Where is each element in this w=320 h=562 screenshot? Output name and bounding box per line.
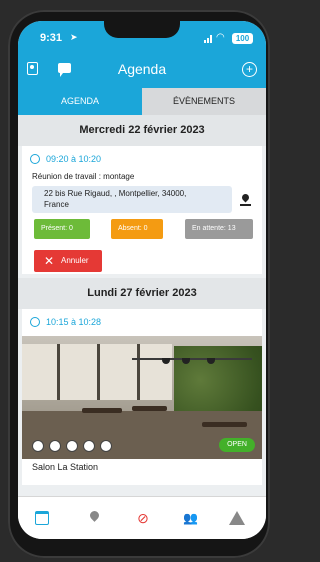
add-event-icon[interactable]: +: [242, 62, 257, 77]
address-line: 22 bis Rue Rigaud, , Montpellier, 34000,: [44, 189, 187, 198]
notch: [104, 21, 180, 38]
event-list: Mercredi 22 février 2023 09:20 à 10:20 R…: [18, 115, 266, 496]
event-card[interactable]: 10:15 à 10:28 OPEN Salon La Station: [22, 309, 262, 485]
warning-icon[interactable]: [229, 511, 245, 525]
open-status-badge: OPEN: [219, 438, 255, 452]
clock-icon: [30, 317, 40, 327]
clock-icon: [30, 154, 40, 164]
board-icon: [100, 440, 112, 452]
present-count-button[interactable]: Présent: 0: [34, 219, 90, 239]
map-pin-base: [240, 204, 251, 206]
screen-icon: [49, 440, 61, 452]
event-address: 22 bis Rue Rigaud, , Montpellier, 34000,…: [32, 186, 232, 213]
printer-icon: [66, 440, 78, 452]
nav-bar: Agenda +: [18, 58, 266, 80]
map-pin-icon[interactable]: [88, 509, 101, 522]
address-line: France: [44, 200, 69, 209]
tab-agenda[interactable]: AGENDA: [18, 88, 142, 115]
eye-off-icon[interactable]: ⊘: [136, 511, 150, 525]
users-icon[interactable]: 👥: [183, 511, 198, 525]
venue-photo[interactable]: OPEN: [22, 336, 262, 459]
page-title: Agenda: [117, 61, 167, 77]
signal-icon: [204, 35, 214, 43]
status-time: 9:31: [40, 32, 63, 44]
tab-evenements[interactable]: ÉVÈNEMENTS: [142, 88, 266, 115]
event-description: Réunion de travail : montage: [32, 172, 135, 181]
cancel-label: Annuler: [61, 256, 89, 265]
location-arrow-icon: ➤: [70, 32, 78, 42]
battery-icon: 100: [232, 33, 253, 44]
event-card[interactable]: 09:20 à 10:20 Réunion de travail : monta…: [22, 146, 262, 274]
close-icon: ✕: [44, 254, 55, 268]
map-pin-icon[interactable]: [240, 192, 251, 203]
venue-name: Salon La Station: [32, 462, 99, 472]
date-header: Mercredi 22 février 2023: [18, 115, 266, 146]
bottom-nav: ⊘ 👥: [18, 496, 266, 539]
cancel-button[interactable]: ✕ Annuler: [34, 250, 102, 272]
pending-count-button[interactable]: En attente: 13: [185, 219, 253, 239]
event-time: 09:20 à 10:20: [46, 154, 102, 164]
accessibility-icon: [32, 440, 44, 452]
app-screen: 9:31 ➤ ◠ 100 Agenda + AGENDA ÉVÈNEMENTS …: [18, 21, 266, 539]
calendar-icon[interactable]: [35, 511, 49, 525]
tab-bar: AGENDA ÉVÈNEMENTS: [18, 88, 266, 115]
absent-count-button[interactable]: Absent: 0: [111, 219, 163, 239]
date-header: Lundi 27 février 2023: [18, 278, 266, 309]
coffee-icon: [83, 440, 95, 452]
wifi-icon: ◠: [216, 32, 225, 43]
event-time: 10:15 à 10:28: [46, 317, 102, 327]
